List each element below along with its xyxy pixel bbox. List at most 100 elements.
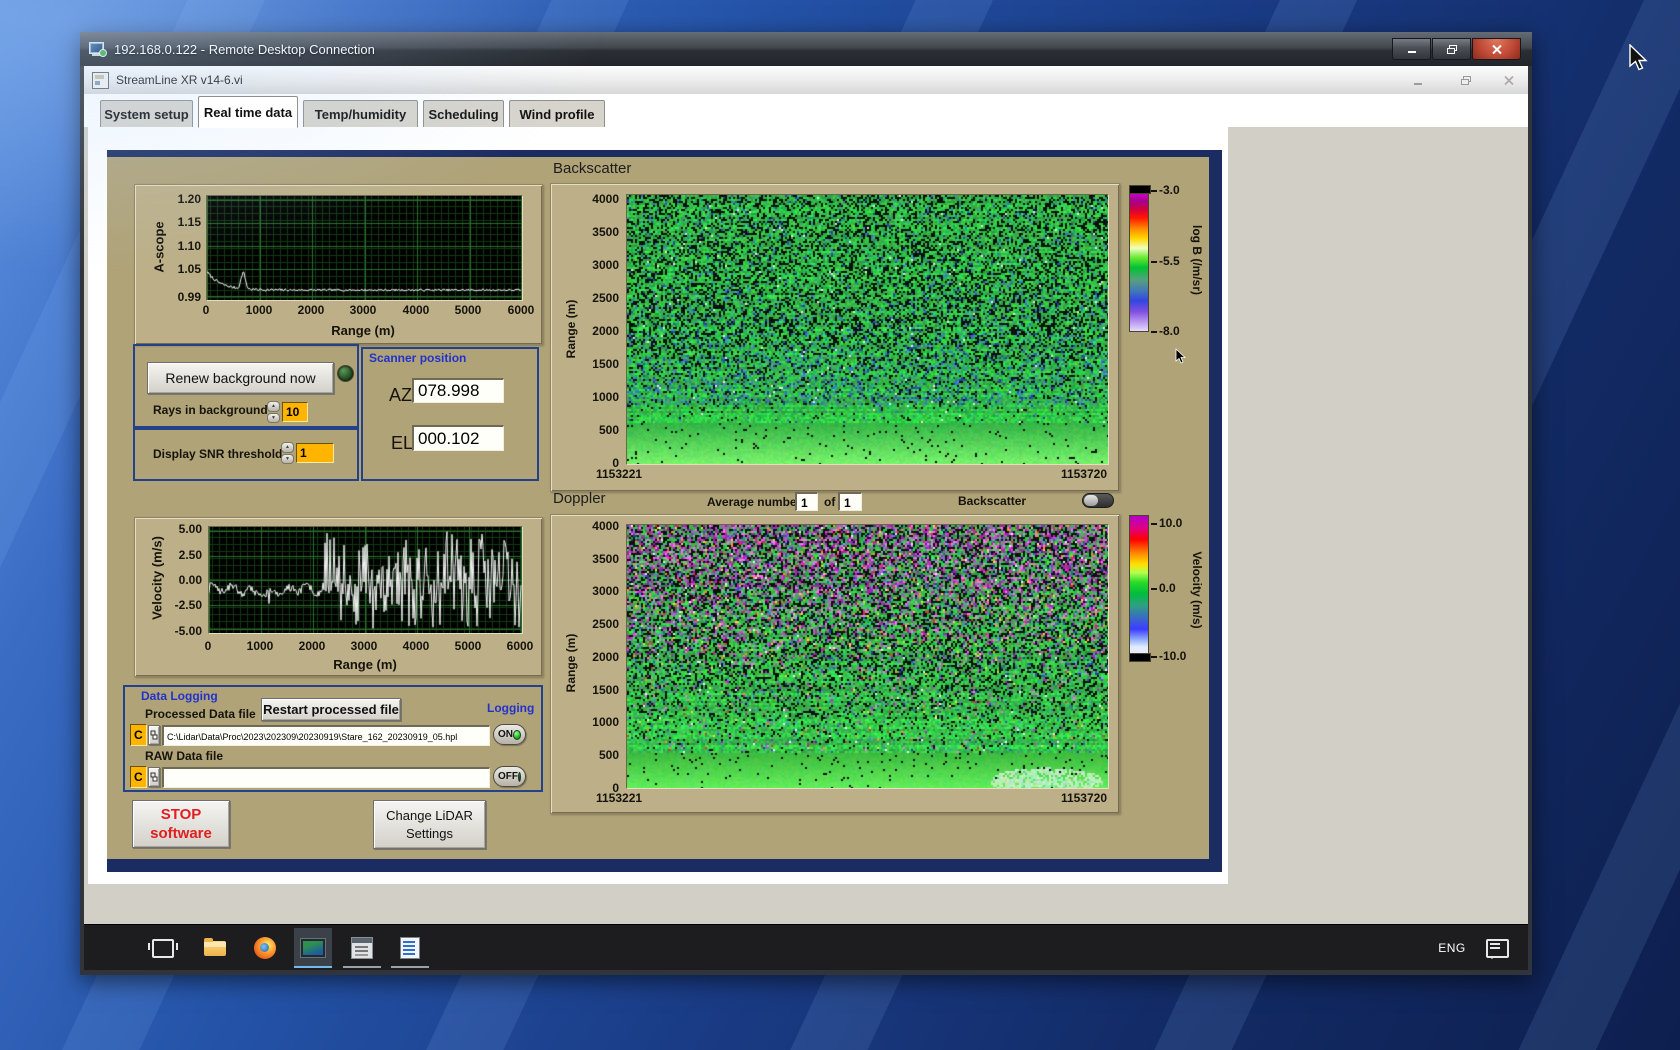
background-controls-box: Renew background now Rays in background … xyxy=(133,344,359,428)
tab-scheduling[interactable]: Scheduling xyxy=(423,100,504,127)
axis-tick: 500 xyxy=(598,423,619,437)
scan-scheduler-icon[interactable] xyxy=(343,928,381,968)
axis-tick: 4000 xyxy=(402,639,430,653)
rdp-close-button[interactable] xyxy=(1472,38,1521,60)
velocity-plot-area xyxy=(208,526,523,634)
rdp-restore-button[interactable] xyxy=(1432,38,1471,60)
axis-tick: 1500 xyxy=(592,682,619,697)
log-viewer-icon[interactable] xyxy=(391,928,429,968)
raw-path-field[interactable] xyxy=(162,767,490,788)
axis-tick: 3000 xyxy=(349,303,377,317)
raw-logging-toggle[interactable]: OFF xyxy=(493,766,526,787)
processed-logging-toggle[interactable]: ON xyxy=(493,724,526,745)
panel-border-bottom xyxy=(107,859,1222,872)
axis-tick: 2500 xyxy=(592,291,619,305)
doppler-x-start: 1153221 xyxy=(596,791,643,805)
backscatter-colorbar-label: log B (/m/sr) xyxy=(1190,224,1204,296)
backscatter-title: Backscatter xyxy=(553,160,632,177)
app-close-button[interactable] xyxy=(1495,73,1523,88)
doppler-cb-tick-mid: 0.0 xyxy=(1151,581,1176,595)
snr-threshold-box: Display SNR threshold ▲ ▼ 1 xyxy=(133,428,359,481)
processed-browse-icon[interactable] xyxy=(148,725,160,745)
axis-tick: 2500 xyxy=(592,617,619,632)
app-titlebar[interactable]: StreamLine XR v14-6.vi xyxy=(84,66,1528,95)
el-value-field[interactable]: 000.102 xyxy=(412,425,504,451)
app-minimize-button[interactable] xyxy=(1404,73,1432,88)
rdp-titlebar[interactable]: 192.168.0.122 - Remote Desktop Connectio… xyxy=(80,32,1532,66)
main-panel: A-scope Range (m) 1.20 1.15 1.10 1.05 0.99 0 1… xyxy=(107,150,1222,872)
velocity-graph: Velocity (m/s) Range (m) 5.00 2.50 0.00 -2.… xyxy=(134,517,543,677)
toggle-knob xyxy=(1084,495,1098,506)
notification-icon[interactable] xyxy=(1478,928,1516,968)
settings-line1: Change LiDAR xyxy=(386,807,473,823)
settings-line2: Settings xyxy=(406,825,453,841)
rays-value-field[interactable]: 10 xyxy=(282,402,308,422)
off-led-icon xyxy=(518,771,521,782)
snr-threshold-label: Display SNR threshold xyxy=(153,447,283,461)
velocity-x-axis-label: Range (m) xyxy=(333,657,397,672)
scanner-position-title: Scanner position xyxy=(369,351,467,365)
streamline-app-icon[interactable] xyxy=(294,928,332,968)
tab-bar: System setup Real time data Temp/humidit… xyxy=(84,94,1528,128)
ascope-graph: A-scope Range (m) 1.20 1.15 1.10 1.05 0.99 0 1… xyxy=(134,184,543,345)
doppler-plot-area xyxy=(626,524,1109,789)
spinner-up-icon[interactable]: ▲ xyxy=(281,442,294,453)
average-number-label: Average number xyxy=(707,495,802,509)
average-total-field[interactable]: 1 xyxy=(838,492,862,511)
change-lidar-settings-button[interactable]: Change LiDAR Settings xyxy=(373,800,486,849)
tab-temp-humidity[interactable]: Temp/humidity xyxy=(303,100,418,127)
vi-file-icon xyxy=(92,71,109,89)
axis-tick: 2000 xyxy=(592,324,619,338)
renew-background-button[interactable]: Renew background now xyxy=(147,362,334,394)
file-explorer-icon[interactable] xyxy=(196,928,234,968)
axis-tick: 1.15 xyxy=(177,215,201,229)
task-view-icon[interactable] xyxy=(144,928,182,968)
doppler-colorbar xyxy=(1129,515,1151,662)
backscatter-x-start: 1153221 xyxy=(596,467,643,481)
snr-value-field[interactable]: 1 xyxy=(296,443,334,463)
processed-drive-button[interactable]: C xyxy=(130,724,147,746)
backscatter-doppler-toggle[interactable] xyxy=(1082,493,1114,508)
spinner-up-icon[interactable]: ▲ xyxy=(267,401,280,412)
restart-processed-file-button[interactable]: Restart processed file xyxy=(261,698,401,721)
rdp-minimize-button[interactable] xyxy=(1392,38,1431,60)
axis-tick: 500 xyxy=(598,747,619,762)
tab-wind-profile[interactable]: Wind profile xyxy=(509,100,605,127)
firefox-icon[interactable] xyxy=(246,928,284,968)
axis-tick: 1000 xyxy=(592,715,619,730)
tab-system-setup[interactable]: System setup xyxy=(100,100,193,127)
data-logging-title: Data Logging xyxy=(141,689,218,703)
rays-spinner[interactable]: ▲ ▼ xyxy=(267,401,280,423)
data-logging-box: Data Logging Processed Data file Restart… xyxy=(123,685,543,792)
axis-tick: 3000 xyxy=(350,639,378,653)
rdp-window-title: 192.168.0.122 - Remote Desktop Connectio… xyxy=(114,41,375,57)
average-number-field[interactable]: 1 xyxy=(795,492,818,511)
axis-tick: 5000 xyxy=(454,303,482,317)
language-indicator[interactable]: ENG xyxy=(1432,928,1472,968)
spinner-down-icon[interactable]: ▼ xyxy=(281,453,294,464)
rdp-icon xyxy=(89,42,107,57)
axis-tick: -5.00 xyxy=(174,624,202,638)
rdp-window: 192.168.0.122 - Remote Desktop Connectio… xyxy=(80,32,1532,975)
spinner-down-icon[interactable]: ▼ xyxy=(267,412,280,423)
raw-drive-button[interactable]: C xyxy=(130,766,147,788)
doppler-cb-tick-max: 10.0 xyxy=(1151,516,1182,530)
off-label: OFF xyxy=(498,771,518,782)
axis-tick: 2000 xyxy=(298,639,326,653)
stop-software-button[interactable]: STOP software xyxy=(132,800,230,848)
app-restore-button[interactable] xyxy=(1452,73,1480,88)
axis-tick: 0 xyxy=(204,639,212,653)
raw-browse-icon[interactable] xyxy=(148,767,160,787)
axis-tick: 3500 xyxy=(592,225,619,239)
tab-real-time-data[interactable]: Real time data xyxy=(198,96,298,128)
axis-tick: 5.00 xyxy=(178,522,202,536)
axis-tick: 6000 xyxy=(506,639,534,653)
raw-data-file-label: RAW Data file xyxy=(145,749,224,763)
snr-spinner[interactable]: ▲ ▼ xyxy=(281,442,294,464)
axis-tick: 0 xyxy=(202,303,210,317)
backscatter-toggle-label: Backscatter xyxy=(958,494,1027,508)
on-led-icon xyxy=(513,729,521,740)
content-area: A-scope Range (m) 1.20 1.15 1.10 1.05 0.99 0 1… xyxy=(84,127,1528,924)
processed-path-field[interactable]: C:\Lidar\Data\Proc\2023\202309\20230919\… xyxy=(162,725,490,746)
az-value-field[interactable]: 078.998 xyxy=(412,378,504,403)
